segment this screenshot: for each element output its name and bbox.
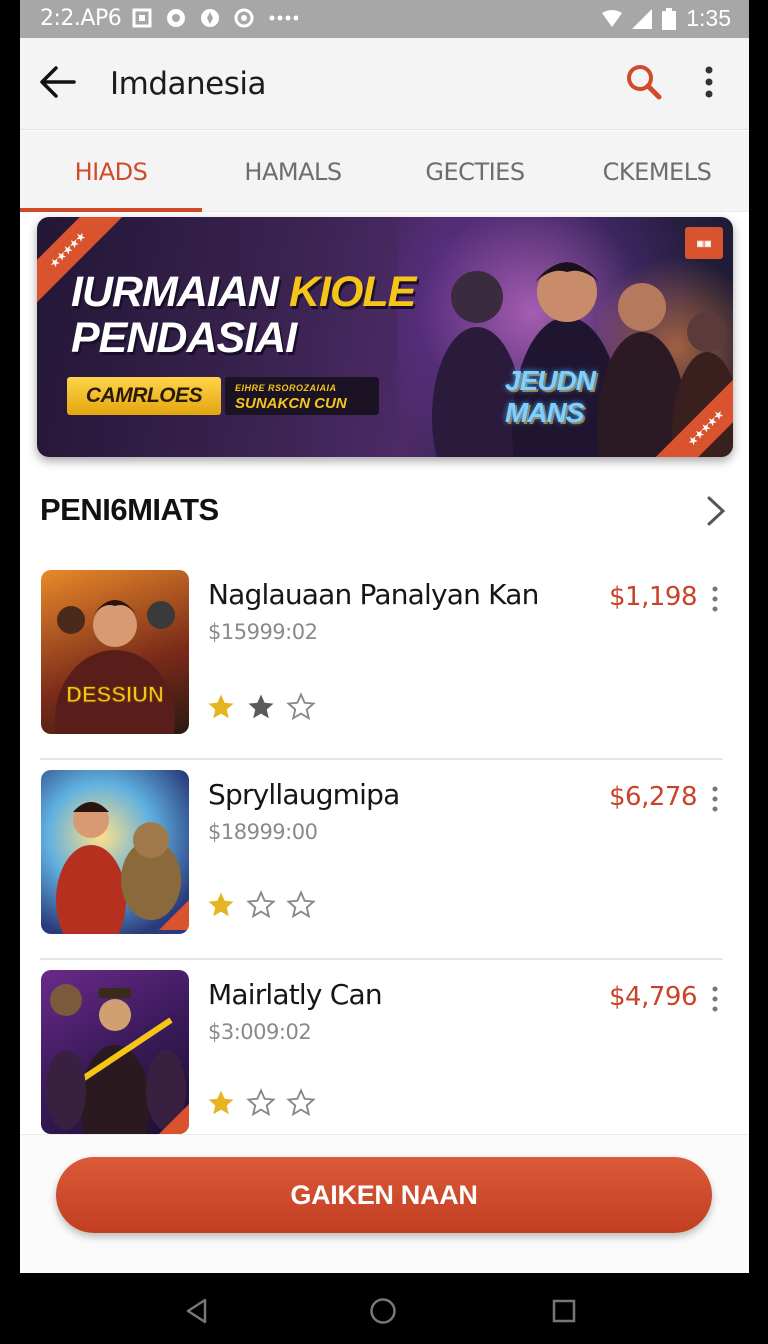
app-icon (167, 9, 185, 27)
app-bar: Imdanesia (20, 38, 749, 130)
item-subtitle: $18999:00 (208, 820, 318, 844)
tab-bar: HIADS HAMALS GECTIES CKEMELS (20, 131, 749, 212)
status-clock: 1:35 (686, 5, 731, 31)
signal-icon (632, 8, 653, 29)
list-item[interactable]: Spryllaugmipa $18999:00 $6,278 (40, 760, 723, 960)
more-dots-icon (269, 15, 298, 21)
banner-title: IURMAIAN KIOLE PENDASIAI (71, 269, 491, 361)
banner-title-line2: PENDASIAI (71, 314, 297, 362)
banner-cta-button[interactable]: CAMRLOES (67, 377, 221, 415)
primary-action-button[interactable]: GAIKEN NAAN (56, 1157, 712, 1233)
star-filled-icon (208, 892, 234, 917)
nav-home-icon[interactable] (369, 1297, 397, 1325)
game-thumbnail: DESSIUN (41, 570, 189, 734)
rating-stars (206, 890, 316, 920)
item-subtitle: $15999:02 (208, 620, 318, 644)
banner-subtitle-main: SUNAKCN CUN (235, 395, 347, 412)
item-price: $6,278 (609, 782, 697, 812)
bottom-action-area: GAIKEN NAAN (20, 1134, 749, 1273)
item-name: Spryllaugmipa (208, 778, 400, 811)
star-outline-icon (246, 890, 276, 919)
promo-banner[interactable]: ★★★★★ ▣▣ ★★★★★ IURMAIAN KIOLE PENDASIAI … (37, 217, 733, 457)
item-name: Naglauaan Panalyan Kan (208, 578, 539, 611)
sim-icon (132, 8, 152, 28)
item-subtitle: $3:009:02 (208, 1020, 312, 1044)
list-item[interactable]: Mairlatly Can $3:009:02 $4,796 (40, 960, 723, 1160)
status-bar: 2:2.AP6 1:35 (20, 0, 749, 38)
game-thumbnail (41, 770, 189, 934)
banner-subtitle-small: EIHRE RSOROZAIAIA (235, 383, 337, 393)
item-more-icon[interactable] (707, 784, 723, 814)
item-more-icon[interactable] (707, 984, 723, 1014)
item-more-icon[interactable] (707, 584, 723, 614)
thumbnail-art (56, 802, 189, 934)
status-right: 1:35 (602, 5, 731, 32)
banner-title-gold: KIOLE (288, 268, 416, 316)
section-title: PENI6MIATS (40, 492, 219, 527)
banner-title-white: IURMAIAN (71, 268, 289, 316)
nav-back-icon[interactable] (183, 1297, 211, 1325)
star-outline-icon (246, 1088, 276, 1117)
tab-ckemels[interactable]: CKEMELS (566, 131, 748, 211)
system-nav-bar (0, 1273, 768, 1344)
record-icon (234, 8, 254, 28)
location-icon (201, 9, 219, 27)
star-filled-icon (208, 694, 234, 719)
banner-game-logo: JEUDN MANS (505, 365, 596, 428)
page-title: Imdanesia (110, 66, 267, 102)
banner-badge: ▣▣ (685, 227, 723, 259)
wifi-icon (602, 9, 623, 27)
tab-hiads[interactable]: HIADS (20, 131, 202, 212)
game-list: DESSIUN Naglauaan Panalyan Kan $15999:02… (40, 560, 723, 1160)
star-outline-icon (286, 692, 316, 721)
list-item[interactable]: DESSIUN Naglauaan Panalyan Kan $15999:02… (40, 560, 723, 760)
item-name: Mairlatly Can (208, 978, 383, 1011)
thumbnail-logo-text: DESSIUN (66, 682, 164, 707)
star-outline-icon (286, 1088, 316, 1117)
banner-subtitle: EIHRE RSOROZAIAIA SUNAKCN CUN (225, 377, 379, 415)
rating-stars (206, 692, 316, 722)
tab-gecties[interactable]: GECTIES (384, 131, 566, 211)
nav-recents-icon[interactable] (550, 1297, 578, 1325)
item-price: $4,796 (609, 982, 697, 1012)
battery-icon (662, 7, 677, 30)
thumbnail-art: DESSIUN (55, 600, 175, 734)
rating-stars (206, 1088, 316, 1118)
status-left-icons (132, 5, 298, 31)
search-icon[interactable] (624, 62, 664, 102)
chevron-right-icon[interactable] (701, 494, 729, 528)
thumbnail-art (46, 984, 189, 1134)
star-outline-icon (286, 890, 316, 919)
app-screen: 2:2.AP6 1:35 Imdanesia HIADS HAMALS GECT… (20, 0, 749, 1273)
game-thumbnail (41, 970, 189, 1134)
star-filled-icon (208, 1090, 234, 1115)
star-dark-icon (248, 694, 274, 719)
more-vertical-icon[interactable] (694, 62, 724, 102)
status-left-text: 2:2.AP6 (40, 6, 122, 31)
item-price: $1,198 (609, 582, 697, 612)
tab-hamals[interactable]: HAMALS (202, 131, 384, 211)
arrow-left-icon[interactable] (38, 62, 78, 102)
section-header: PENI6MIATS (40, 480, 729, 540)
